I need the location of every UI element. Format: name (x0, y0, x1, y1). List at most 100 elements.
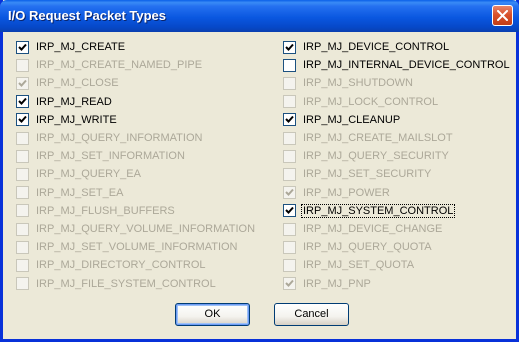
checkbox-irp-mj-create-mailslot: IRP_MJ_CREATE_MAILSLOT (283, 129, 454, 147)
checkbox-irp-mj-set-ea: IRP_MJ_SET_EA (16, 184, 124, 202)
window-title: I/O Request Packet Types (8, 8, 166, 23)
checkbox-irp-mj-query-volume-information: IRP_MJ_QUERY_VOLUME_INFORMATION (16, 220, 256, 238)
checkbox-label: IRP_MJ_QUERY_VOLUME_INFORMATION (36, 223, 256, 235)
checkbox-label: IRP_MJ_SHUTDOWN (303, 77, 414, 90)
checkbox-box (16, 167, 29, 181)
checkbox-box[interactable] (16, 113, 29, 127)
checkbox-box (16, 131, 29, 145)
checkbox-irp-mj-directory-control: IRP_MJ_DIRECTORY_CONTROL (16, 256, 207, 274)
checkbox-irp-mj-create[interactable]: IRP_MJ_CREATE (16, 38, 126, 56)
checkbox-irp-mj-cleanup[interactable]: IRP_MJ_CLEANUP (283, 111, 401, 129)
checkbox-box (283, 240, 296, 254)
checkmark-icon (285, 188, 294, 197)
checkbox-box[interactable] (283, 113, 296, 127)
checkbox-box (16, 204, 29, 218)
cancel-button[interactable]: Cancel (274, 303, 349, 326)
close-button[interactable] (492, 5, 513, 26)
checkbox-label: IRP_MJ_FLUSH_BUFFERS (36, 204, 175, 217)
checkbox-box[interactable] (283, 40, 296, 54)
checkbox-irp-mj-query-quota: IRP_MJ_QUERY_QUOTA (283, 238, 433, 256)
checkbox-label: IRP_MJ_SET_INFORMATION (36, 150, 185, 163)
checkbox-irp-mj-pnp: IRP_MJ_PNP (283, 275, 372, 293)
checkbox-box[interactable] (16, 95, 29, 109)
checkbox-irp-mj-set-security: IRP_MJ_SET_SECURITY (283, 165, 432, 183)
checkbox-irp-mj-write[interactable]: IRP_MJ_WRITE (16, 111, 118, 129)
checkbox-irp-mj-device-control[interactable]: IRP_MJ_DEVICE_CONTROL (283, 38, 450, 56)
checkbox-label: IRP_MJ_DIRECTORY_CONTROL (36, 259, 206, 272)
ok-button[interactable]: OK (175, 303, 250, 326)
checkmark-icon (285, 43, 294, 51)
checkbox-box (16, 277, 29, 291)
close-icon (497, 10, 508, 21)
checkbox-box (283, 167, 296, 181)
dialog-window: I/O Request Packet Types IRP_MJ_CREATE IR… (0, 0, 519, 342)
checkbox-irp-mj-system-control[interactable]: IRP_MJ_SYSTEM_CONTROL (283, 202, 456, 220)
checkbox-irp-mj-shutdown: IRP_MJ_SHUTDOWN (283, 74, 414, 92)
checkbox-irp-mj-lock-control: IRP_MJ_LOCK_CONTROL (283, 93, 439, 111)
checkbox-label: IRP_MJ_QUERY_INFORMATION (36, 132, 203, 144)
checkbox-irp-mj-set-volume-information: IRP_MJ_SET_VOLUME_INFORMATION (16, 238, 239, 256)
checkbox-label: IRP_MJ_QUERY_EA (36, 168, 141, 181)
checkmark-icon (285, 279, 294, 288)
checkbox-label: IRP_MJ_SET_QUOTA (303, 259, 415, 272)
checkbox-label: IRP_MJ_POWER (303, 186, 390, 199)
checkbox-label: IRP_MJ_SET_EA (36, 186, 124, 199)
checkbox-label: IRP_MJ_DEVICE_CHANGE (303, 223, 443, 235)
checkbox-irp-mj-flush-buffers: IRP_MJ_FLUSH_BUFFERS (16, 202, 176, 220)
checkbox-irp-mj-device-change: IRP_MJ_DEVICE_CHANGE (283, 220, 443, 238)
checkbox-box (16, 76, 29, 90)
checkbox-box[interactable] (283, 204, 296, 218)
checkbox-box[interactable] (283, 58, 296, 72)
checkbox-box (283, 258, 296, 272)
checkbox-box (16, 258, 29, 272)
checkbox-box (16, 240, 29, 254)
checkbox-label: IRP_MJ_SET_SECURITY (303, 168, 432, 181)
checkbox-box (283, 149, 296, 163)
checkbox-label: IRP_MJ_CREATE_NAMED_PIPE (36, 59, 203, 72)
checkbox-irp-mj-set-quota: IRP_MJ_SET_QUOTA (283, 256, 415, 274)
checkbox-box (283, 95, 296, 109)
checkbox-box (16, 149, 29, 163)
checkbox-label: IRP_MJ_CREATE_MAILSLOT (303, 132, 453, 144)
checkbox-label: IRP_MJ_CLEANUP (303, 113, 401, 126)
checkbox-label: IRP_MJ_QUERY_SECURITY (303, 150, 449, 163)
checkbox-label: IRP_MJ_SYSTEM_CONTROL (300, 203, 456, 218)
checkbox-box (283, 277, 296, 291)
checkbox-irp-mj-query-information: IRP_MJ_QUERY_INFORMATION (16, 129, 203, 147)
checkbox-label: IRP_MJ_DEVICE_CONTROL (303, 41, 450, 53)
checkbox-box (283, 131, 296, 145)
checkmark-icon (285, 116, 294, 124)
checkbox-irp-mj-close: IRP_MJ_CLOSE (16, 74, 120, 92)
checkmark-icon (18, 43, 27, 51)
checkmark-icon (18, 79, 27, 87)
checkbox-box (283, 186, 296, 200)
checkbox-irp-mj-create-named-pipe: IRP_MJ_CREATE_NAMED_PIPE (16, 56, 203, 74)
checkbox-label: IRP_MJ_WRITE (36, 113, 117, 126)
checkbox-label: IRP_MJ_CLOSE (36, 77, 119, 90)
checkbox-label: IRP_MJ_FILE_SYSTEM_CONTROL (36, 277, 216, 290)
checkbox-box[interactable] (16, 40, 29, 54)
checkbox-label: IRP_MJ_READ (36, 95, 112, 108)
checkbox-irp-mj-internal-device-control[interactable]: IRP_MJ_INTERNAL_DEVICE_CONTROL (283, 56, 511, 74)
checkbox-box (16, 222, 29, 236)
checkbox-irp-mj-read[interactable]: IRP_MJ_READ (16, 93, 113, 111)
checkbox-label: IRP_MJ_CREATE (36, 41, 126, 53)
checkbox-label: IRP_MJ_LOCK_CONTROL (303, 95, 439, 108)
checkbox-irp-mj-query-security: IRP_MJ_QUERY_SECURITY (283, 147, 450, 165)
checkbox-irp-mj-power: IRP_MJ_POWER (283, 184, 391, 202)
checkbox-label: IRP_MJ_QUERY_QUOTA (303, 241, 432, 254)
checkbox-label: IRP_MJ_SET_VOLUME_INFORMATION (36, 241, 238, 254)
checkmark-icon (18, 97, 27, 106)
checkbox-box (16, 186, 29, 200)
checkbox-label: IRP_MJ_PNP (303, 277, 371, 290)
checkbox-box (16, 58, 29, 72)
dialog-content: IRP_MJ_CREATE IRP_MJ_CREATE_NAMED_PIPE IRP… (3, 29, 516, 339)
title-bar[interactable]: I/O Request Packet Types (0, 0, 519, 32)
checkbox-irp-mj-set-information: IRP_MJ_SET_INFORMATION (16, 147, 186, 165)
checkbox-irp-mj-file-system-control: IRP_MJ_FILE_SYSTEM_CONTROL (16, 275, 217, 293)
checkmark-icon (285, 207, 294, 215)
checkbox-box (283, 76, 296, 90)
checkbox-irp-mj-query-ea: IRP_MJ_QUERY_EA (16, 165, 142, 183)
checkmark-icon (18, 116, 27, 124)
checkbox-label: IRP_MJ_INTERNAL_DEVICE_CONTROL (303, 59, 510, 72)
